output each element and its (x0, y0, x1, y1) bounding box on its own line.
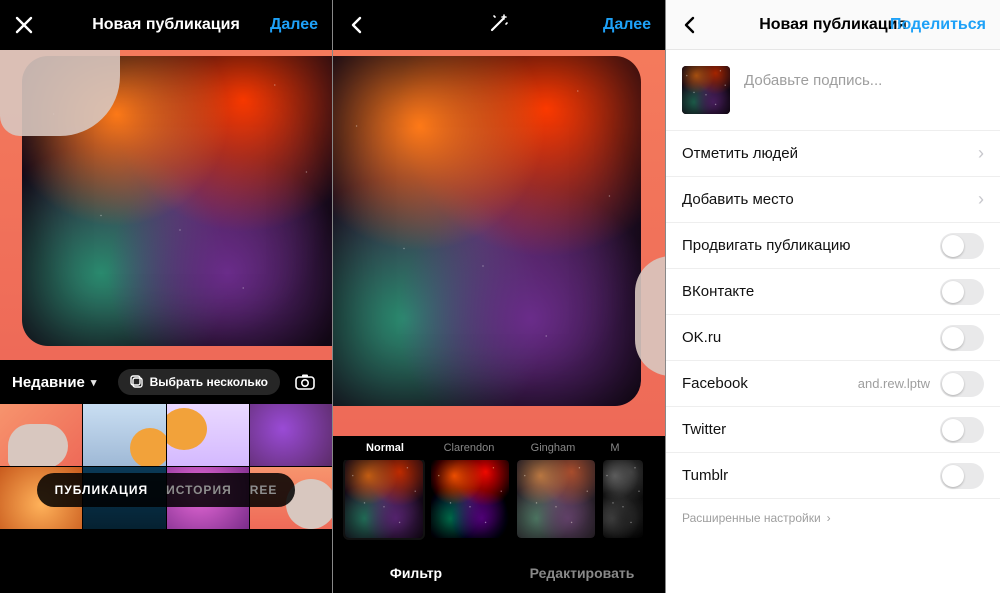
row-label: Twitter (682, 421, 726, 438)
back-icon[interactable] (347, 15, 367, 35)
toggle-promote[interactable] (940, 233, 984, 259)
screen-filter-edit: Далее Normal Clarendon Gingham M Фильтр (333, 0, 666, 593)
multi-select-label: Выбрать несколько (150, 375, 268, 389)
toggle-facebook[interactable] (940, 371, 984, 397)
next-button[interactable]: Далее (603, 16, 651, 34)
row-tag-people[interactable]: Отметить людей › (666, 131, 1000, 177)
advanced-settings[interactable]: Расширенные настройки › (666, 499, 1000, 537)
photo-thumb[interactable] (167, 404, 249, 466)
row-facebook: Facebook and.rew.lptw (666, 361, 1000, 407)
mode-switch: ПУБЛИКАЦИЯ ИСТОРИЯ REE (0, 473, 332, 507)
row-okru: OK.ru (666, 315, 1000, 361)
chevron-right-icon: › (978, 143, 984, 164)
row-label: Добавить место (682, 191, 794, 208)
album-dropdown[interactable]: Недавние ▾ (12, 374, 96, 391)
magic-wand-icon[interactable] (488, 12, 510, 34)
filter-strip[interactable] (333, 460, 665, 548)
row-label: Tumblr (682, 467, 728, 484)
photo-thumb[interactable] (83, 404, 165, 466)
row-twitter: Twitter (666, 407, 1000, 453)
post-thumbnail[interactable] (682, 66, 730, 114)
filter-label: M (595, 442, 635, 454)
close-icon[interactable] (14, 15, 34, 35)
screen-new-post-gallery: Новая публикация Далее Недавние ▾ Выбрат… (0, 0, 333, 593)
share-button[interactable]: Поделиться (890, 16, 986, 34)
filter-label: Clarendon (427, 442, 511, 454)
tab-edit[interactable]: Редактировать (499, 565, 665, 581)
mode-post[interactable]: ПУБЛИКАЦИЯ (55, 483, 148, 497)
chevron-down-icon: ▾ (91, 376, 97, 389)
row-vk: ВКонтакте (666, 269, 1000, 315)
photo-thumb[interactable] (0, 404, 82, 466)
caption-input[interactable]: Добавьте подпись... (744, 66, 882, 114)
filter-label: Gingham (511, 442, 595, 454)
toggle-okru[interactable] (940, 325, 984, 351)
advanced-settings-label: Расширенные настройки (682, 511, 821, 525)
filter-thumb-partial[interactable] (603, 460, 643, 538)
row-add-place[interactable]: Добавить место › (666, 177, 1000, 223)
mode-story[interactable]: ИСТОРИЯ (166, 483, 232, 497)
camera-icon (294, 371, 316, 393)
filter-label: Normal (343, 442, 427, 454)
row-label: ВКонтакте (682, 283, 754, 300)
back-icon[interactable] (680, 15, 700, 35)
stack-icon (130, 375, 144, 389)
toggle-twitter[interactable] (940, 417, 984, 443)
photo-grid: ПУБЛИКАЦИЯ ИСТОРИЯ REE (0, 404, 332, 529)
toggle-vk[interactable] (940, 279, 984, 305)
multi-select-button[interactable]: Выбрать несколько (118, 369, 280, 395)
selected-photo-preview[interactable] (0, 50, 332, 360)
row-label: OK.ru (682, 329, 721, 346)
row-label: Facebook (682, 375, 748, 392)
mode-reels[interactable]: REE (250, 483, 278, 497)
tab-filter[interactable]: Фильтр (333, 565, 499, 581)
toggle-tumblr[interactable] (940, 463, 984, 489)
filter-thumb-gingham[interactable] (517, 460, 595, 538)
camera-button[interactable] (290, 367, 320, 397)
chevron-right-icon: › (827, 511, 831, 525)
album-dropdown-label: Недавние (12, 374, 85, 391)
facebook-account: and.rew.lptw (858, 376, 930, 391)
row-label: Продвигать публикацию (682, 237, 851, 254)
row-promote: Продвигать публикацию (666, 223, 1000, 269)
photo-preview[interactable] (333, 50, 665, 436)
row-tumblr: Tumblr (666, 453, 1000, 499)
filter-thumb-clarendon[interactable] (431, 460, 509, 538)
next-button[interactable]: Далее (270, 16, 318, 34)
screen-share: Новая публикация Поделиться Добавьте под… (666, 0, 1000, 593)
chevron-right-icon: › (978, 189, 984, 210)
photo-thumb[interactable] (250, 404, 332, 466)
filter-thumb-normal[interactable] (345, 460, 423, 538)
row-label: Отметить людей (682, 145, 798, 162)
